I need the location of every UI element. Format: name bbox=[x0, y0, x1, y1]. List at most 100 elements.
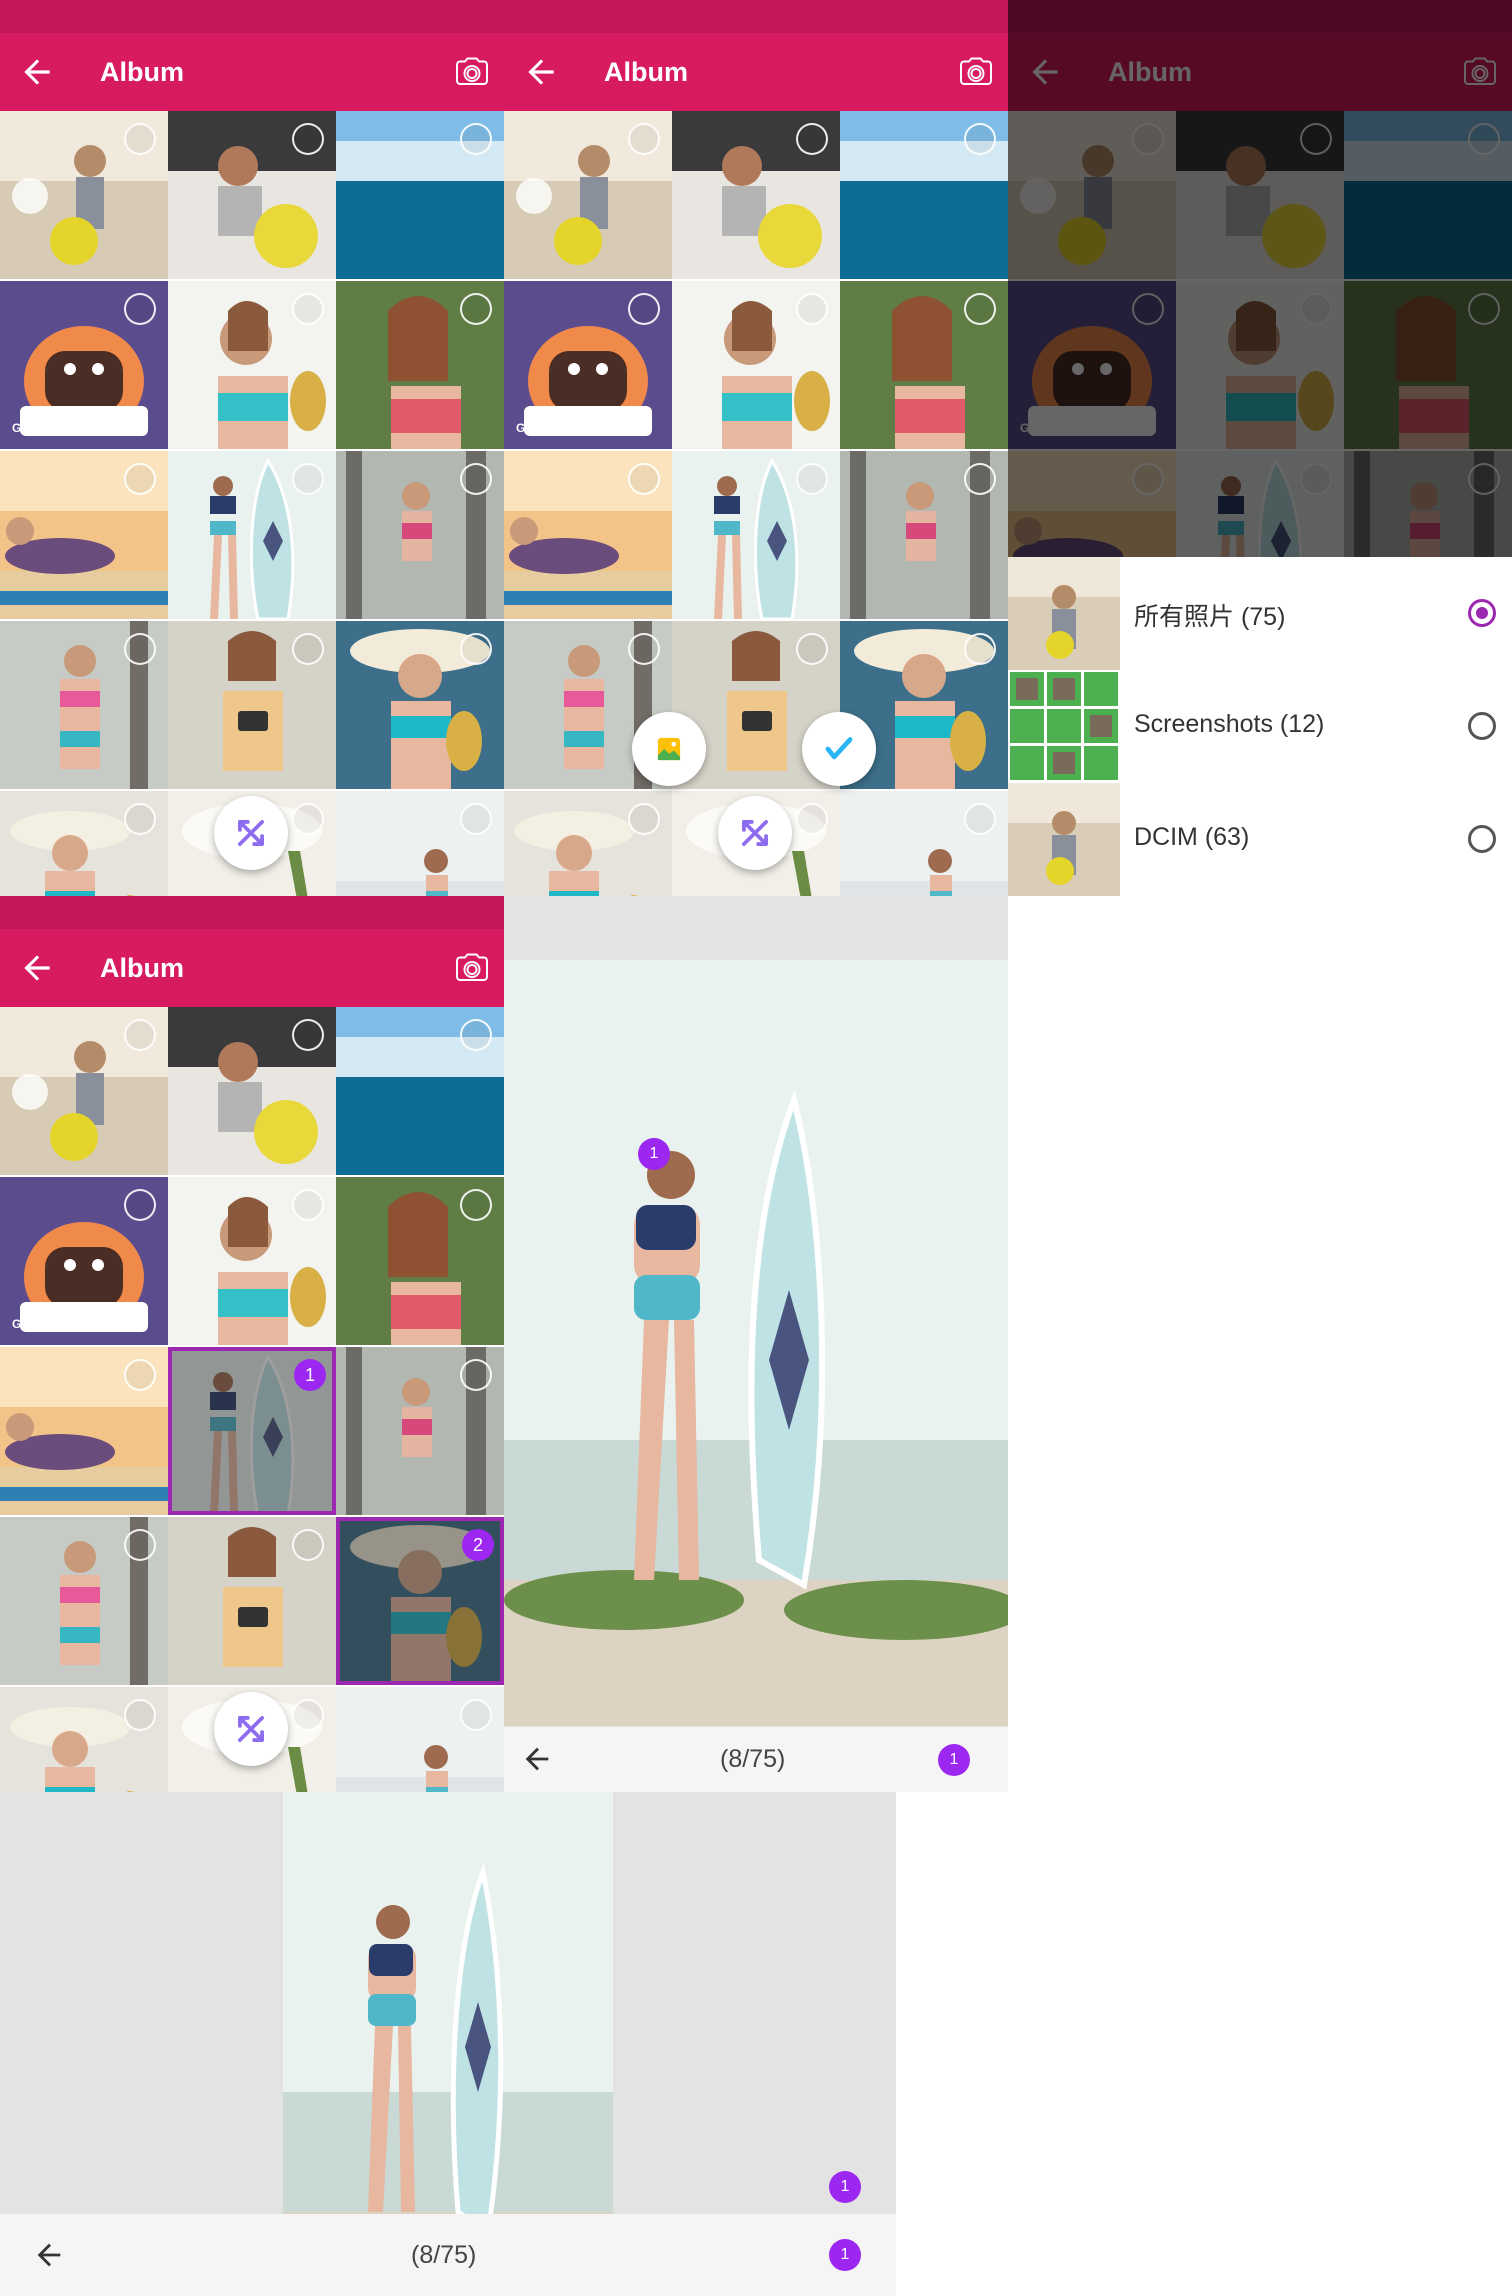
select-checkbox[interactable] bbox=[460, 633, 492, 665]
arrow-left-icon[interactable] bbox=[520, 1742, 554, 1776]
select-checkbox[interactable] bbox=[460, 1019, 492, 1051]
photo-cell[interactable] bbox=[336, 111, 504, 279]
select-checkbox[interactable] bbox=[964, 123, 996, 155]
arrow-left-icon[interactable] bbox=[522, 53, 560, 91]
photo-cell[interactable] bbox=[168, 281, 336, 449]
photo-cell[interactable] bbox=[0, 451, 168, 619]
select-checkbox[interactable] bbox=[292, 463, 324, 495]
selection-number-badge[interactable]: 1 bbox=[294, 1359, 326, 1391]
select-checkbox[interactable] bbox=[124, 803, 156, 835]
select-checkbox[interactable] bbox=[124, 633, 156, 665]
photo-cell[interactable] bbox=[168, 1177, 336, 1345]
select-checkbox[interactable] bbox=[460, 1189, 492, 1221]
select-checkbox[interactable] bbox=[124, 1529, 156, 1561]
photo-cell[interactable] bbox=[504, 451, 672, 619]
shuffle-button[interactable] bbox=[718, 796, 792, 870]
photo-cell[interactable] bbox=[336, 1007, 504, 1175]
select-checkbox[interactable] bbox=[124, 1359, 156, 1391]
select-checkbox[interactable] bbox=[292, 1019, 324, 1051]
select-checkbox[interactable] bbox=[628, 803, 660, 835]
select-checkbox[interactable] bbox=[292, 633, 324, 665]
arrow-left-icon[interactable] bbox=[18, 53, 56, 91]
photo-cell[interactable] bbox=[336, 621, 504, 789]
select-checkbox[interactable] bbox=[628, 123, 660, 155]
photo-cell[interactable] bbox=[336, 1177, 504, 1345]
folder-item[interactable]: DCIM (63) bbox=[1008, 783, 1512, 896]
photo-cell[interactable] bbox=[0, 111, 168, 279]
select-checkbox[interactable] bbox=[292, 293, 324, 325]
select-checkbox[interactable] bbox=[292, 1699, 324, 1731]
arrow-left-icon[interactable] bbox=[18, 949, 56, 987]
radio-unselected[interactable] bbox=[1468, 825, 1496, 853]
camera-icon[interactable] bbox=[454, 950, 490, 986]
select-checkbox[interactable] bbox=[460, 803, 492, 835]
photo-cell[interactable] bbox=[840, 791, 1008, 896]
photo-cell[interactable]: GIF bbox=[0, 281, 168, 449]
photo-cell[interactable] bbox=[0, 1007, 168, 1175]
photo-cell[interactable] bbox=[336, 1687, 504, 1792]
photo-cell[interactable] bbox=[168, 1007, 336, 1175]
photo-cell[interactable] bbox=[672, 111, 840, 279]
select-checkbox[interactable] bbox=[124, 1189, 156, 1221]
shuffle-button[interactable] bbox=[214, 1692, 288, 1766]
photo-cell[interactable]: 2 bbox=[336, 1517, 504, 1685]
photo-cell[interactable] bbox=[168, 1517, 336, 1685]
select-checkbox[interactable] bbox=[460, 1699, 492, 1731]
select-checkbox[interactable] bbox=[964, 293, 996, 325]
photo-cell[interactable] bbox=[840, 111, 1008, 279]
photo-cell[interactable] bbox=[0, 1347, 168, 1515]
select-checkbox[interactable] bbox=[124, 1019, 156, 1051]
photo-cell[interactable] bbox=[672, 451, 840, 619]
select-checkbox[interactable] bbox=[292, 1189, 324, 1221]
radio-unselected[interactable] bbox=[1468, 712, 1496, 740]
photo-cell[interactable] bbox=[336, 1347, 504, 1515]
select-checkbox[interactable] bbox=[460, 463, 492, 495]
select-checkbox[interactable] bbox=[124, 463, 156, 495]
select-checkbox[interactable] bbox=[964, 633, 996, 665]
selection-number-badge[interactable]: 2 bbox=[462, 1529, 494, 1561]
preview-selected-badge[interactable]: 1 bbox=[638, 1138, 670, 1170]
camera-icon[interactable] bbox=[454, 54, 490, 90]
photo-cell[interactable] bbox=[0, 791, 168, 896]
select-checkbox[interactable] bbox=[796, 463, 828, 495]
select-checkbox[interactable] bbox=[628, 633, 660, 665]
select-checkbox[interactable] bbox=[796, 123, 828, 155]
select-checkbox[interactable] bbox=[124, 123, 156, 155]
confirm-button[interactable] bbox=[802, 712, 876, 786]
photo-cell[interactable] bbox=[840, 451, 1008, 619]
photo-cell[interactable] bbox=[168, 451, 336, 619]
camera-icon[interactable] bbox=[958, 54, 994, 90]
select-checkbox[interactable] bbox=[628, 293, 660, 325]
photo-cell[interactable] bbox=[0, 1517, 168, 1685]
selection-count-badge[interactable]: 1 bbox=[938, 1744, 970, 1776]
photo-cell[interactable] bbox=[336, 451, 504, 619]
photo-cell[interactable]: GIF bbox=[0, 1177, 168, 1345]
select-checkbox[interactable] bbox=[292, 1529, 324, 1561]
select-checkbox[interactable] bbox=[796, 803, 828, 835]
arrow-left-icon[interactable] bbox=[32, 2238, 66, 2272]
folder-item[interactable]: 所有照片 (75) bbox=[1008, 557, 1512, 671]
photo-cell[interactable] bbox=[0, 621, 168, 789]
select-checkbox[interactable] bbox=[628, 463, 660, 495]
photo-cell[interactable] bbox=[336, 791, 504, 896]
folder-item[interactable]: Screenshots (12) bbox=[1008, 670, 1512, 784]
select-checkbox[interactable] bbox=[292, 803, 324, 835]
photo-cell[interactable] bbox=[504, 111, 672, 279]
photo-cell[interactable]: 1 bbox=[168, 1347, 336, 1515]
photo-cell[interactable]: GIF bbox=[504, 281, 672, 449]
photo-cell[interactable] bbox=[504, 791, 672, 896]
photo-cell[interactable] bbox=[672, 281, 840, 449]
select-checkbox[interactable] bbox=[124, 1699, 156, 1731]
dim-overlay[interactable] bbox=[1008, 0, 1512, 557]
select-checkbox[interactable] bbox=[796, 293, 828, 325]
select-checkbox[interactable] bbox=[460, 123, 492, 155]
photo-cell[interactable] bbox=[168, 621, 336, 789]
select-checkbox[interactable] bbox=[460, 293, 492, 325]
photo-cell[interactable] bbox=[840, 281, 1008, 449]
select-checkbox[interactable] bbox=[964, 463, 996, 495]
radio-selected[interactable] bbox=[1468, 599, 1496, 627]
shuffle-button[interactable] bbox=[214, 796, 288, 870]
select-checkbox[interactable] bbox=[964, 803, 996, 835]
selection-count-badge[interactable]: 1 bbox=[829, 2239, 861, 2271]
photo-cell[interactable] bbox=[168, 111, 336, 279]
